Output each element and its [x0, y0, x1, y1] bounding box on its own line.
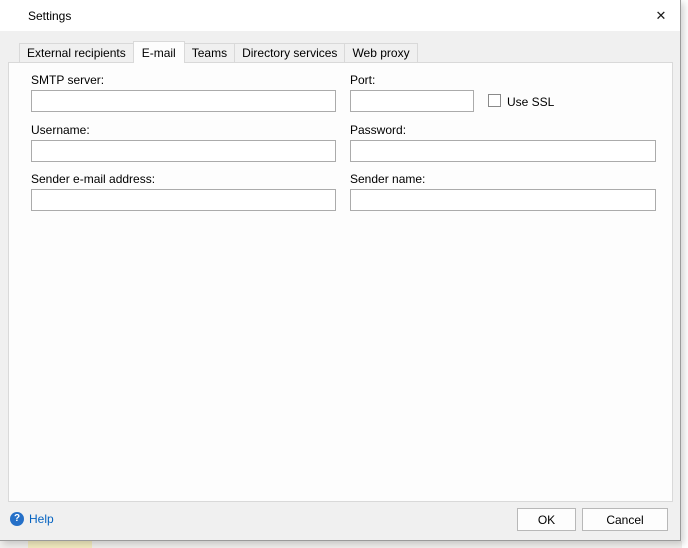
tab-strip: External recipients E-mail Teams Directo… — [19, 40, 418, 62]
dialog-title: Settings — [28, 9, 71, 23]
settings-dialog: Settings ✕ External recipients E-mail Te… — [0, 0, 681, 541]
sender-email-label: Sender e-mail address: — [31, 173, 155, 186]
email-tab-page: SMTP server: Port: Use SSL Username: Pas… — [8, 62, 673, 502]
use-ssl-checkbox[interactable] — [488, 94, 501, 107]
username-input[interactable] — [31, 140, 336, 162]
background-window-bottom-strip — [0, 541, 682, 548]
help-link-label: Help — [29, 512, 54, 526]
password-input[interactable] — [350, 140, 656, 162]
port-input[interactable] — [350, 90, 474, 112]
cancel-button[interactable]: Cancel — [582, 508, 668, 531]
background-window-right-strip: n o a l h — [680, 0, 688, 548]
help-icon: ? — [10, 512, 24, 526]
ok-button[interactable]: OK — [517, 508, 576, 531]
tab-teams[interactable]: Teams — [184, 43, 235, 62]
use-ssl-label[interactable]: Use SSL — [507, 95, 554, 109]
tab-web-proxy[interactable]: Web proxy — [344, 43, 417, 62]
smtp-server-label: SMTP server: — [31, 74, 104, 87]
close-icon[interactable]: ✕ — [651, 6, 671, 26]
title-bar: Settings ✕ — [0, 0, 680, 31]
sender-name-label: Sender name: — [350, 173, 425, 186]
tab-external-recipients[interactable]: External recipients — [19, 43, 134, 62]
tab-e-mail[interactable]: E-mail — [133, 41, 185, 63]
sender-name-input[interactable] — [350, 189, 656, 211]
port-label: Port: — [350, 74, 375, 87]
password-label: Password: — [350, 124, 406, 137]
background-highlight-block — [28, 541, 92, 548]
smtp-server-input[interactable] — [31, 90, 336, 112]
sender-email-input[interactable] — [31, 189, 336, 211]
help-link[interactable]: ? Help — [10, 511, 54, 527]
username-label: Username: — [31, 124, 90, 137]
tab-directory-services[interactable]: Directory services — [234, 43, 345, 62]
